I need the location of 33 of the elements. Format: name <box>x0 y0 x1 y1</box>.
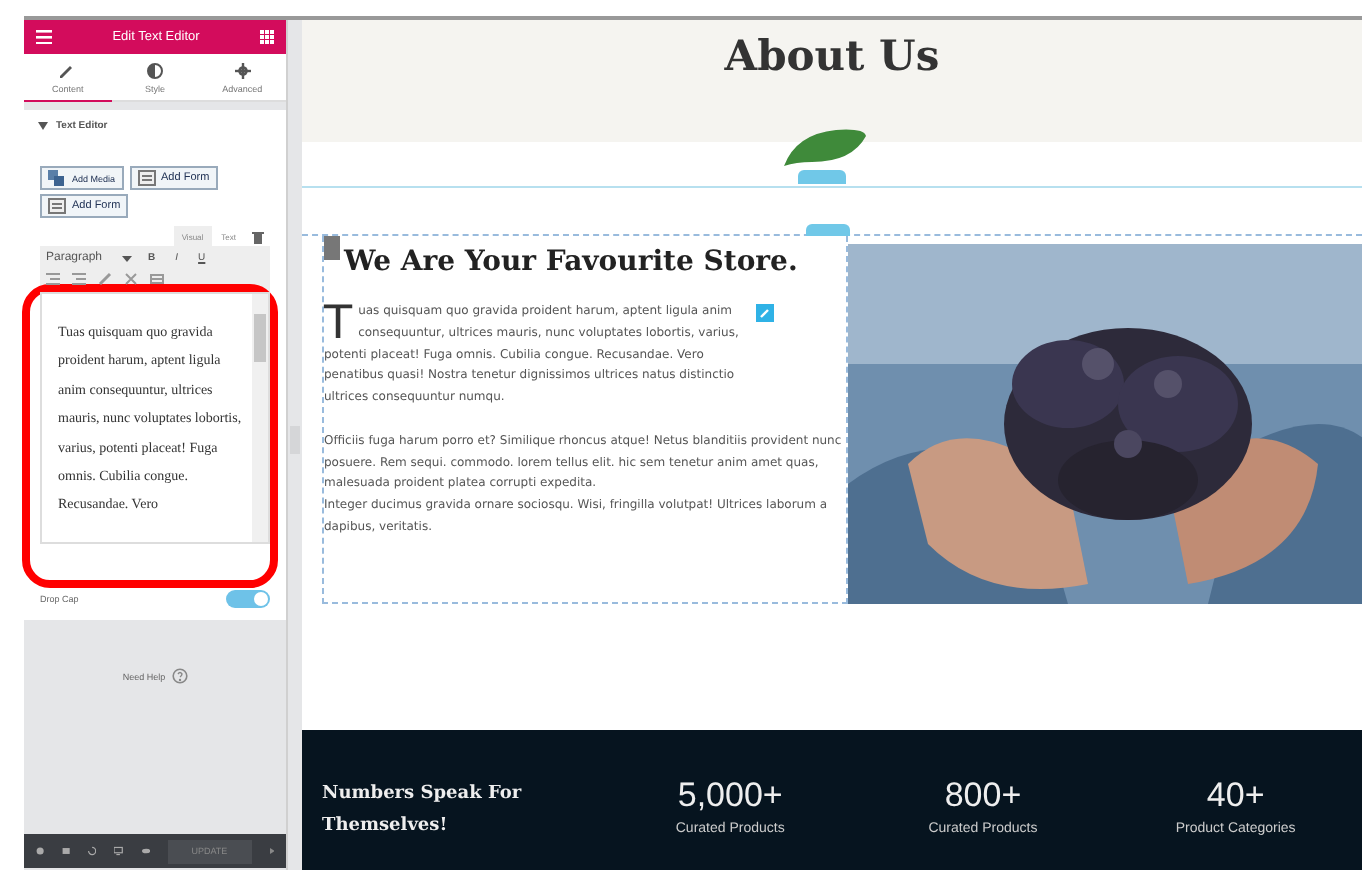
pencil-icon <box>58 61 77 79</box>
contrast-icon <box>146 61 164 79</box>
scrollbar[interactable] <box>252 294 268 542</box>
form-icon <box>137 170 156 186</box>
handle-tab[interactable] <box>798 170 846 184</box>
media-icon <box>48 170 66 186</box>
desktop-icon[interactable] <box>114 844 124 858</box>
collapse-handle[interactable] <box>290 425 300 453</box>
numbered-list-icon[interactable] <box>72 272 86 286</box>
eye-icon[interactable] <box>141 844 150 858</box>
edit-icon[interactable] <box>756 304 775 322</box>
caret-icon <box>38 122 48 130</box>
section-heading: We Are Your Favourite Store. <box>344 246 800 278</box>
stats-heading: Numbers Speak For Themselves! <box>322 782 524 840</box>
menu-icon[interactable] <box>36 30 52 44</box>
caret-icon <box>122 255 133 261</box>
handle-tab[interactable] <box>806 224 850 236</box>
caret-icon[interactable] <box>269 846 274 856</box>
link-icon[interactable] <box>98 272 112 286</box>
form-icon <box>48 198 66 214</box>
toggle-switch[interactable] <box>226 590 270 608</box>
toolbar-toggle-icon[interactable] <box>150 272 164 286</box>
bullet-list-icon[interactable] <box>46 272 60 286</box>
move-handle[interactable] <box>324 236 340 260</box>
help-icon[interactable] <box>171 668 188 684</box>
unlink-icon[interactable] <box>124 272 138 286</box>
stat-value: 40+ <box>1206 776 1265 816</box>
stat-value: 800+ <box>944 776 1022 816</box>
stat-value: 5,000+ <box>677 776 783 816</box>
history-icon[interactable] <box>88 844 97 858</box>
grid-icon[interactable] <box>259 30 274 44</box>
trash-icon[interactable] <box>252 229 264 243</box>
page-title: About Us <box>724 30 940 84</box>
